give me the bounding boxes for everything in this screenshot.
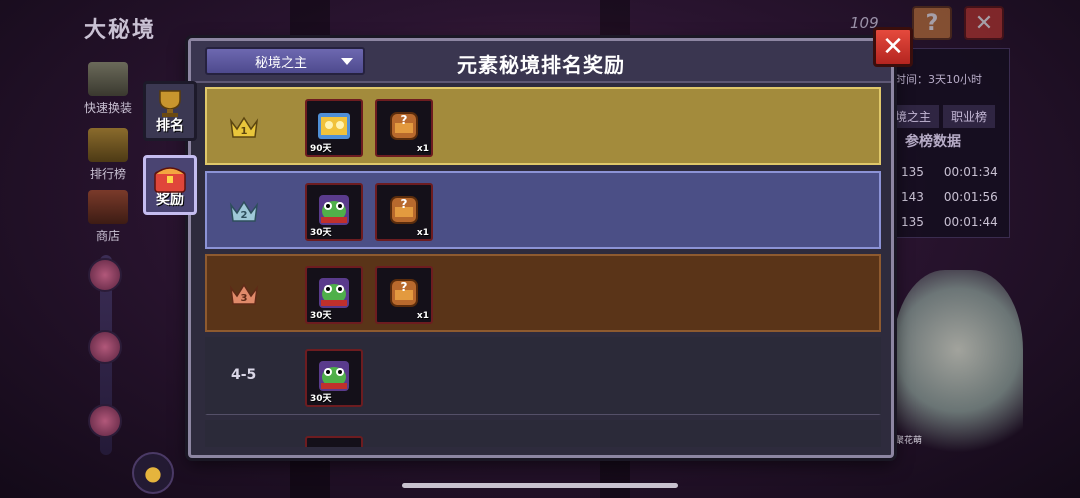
background-tab-row: 境之主 职业榜 <box>887 105 996 128</box>
reward-quantity: 90天 <box>310 144 332 154</box>
row-time: 00:01:34 <box>943 165 998 179</box>
dungeon-node[interactable] <box>88 330 122 364</box>
map-pin-button[interactable]: ● <box>132 452 174 494</box>
row-level: 143 <box>901 190 924 204</box>
question-mark-icon: ? <box>925 10 939 36</box>
ranking-row: 135 00:01:44 <box>901 215 998 229</box>
reward-quantity: x1 <box>416 228 429 238</box>
reward-item[interactable]: ? x1 <box>375 99 433 157</box>
shop-icon <box>88 190 128 224</box>
rank-row-4-5: 4-5 30天 <box>205 337 881 415</box>
reward-item[interactable]: 90天 <box>305 99 363 157</box>
mystery-chest-icon: ? <box>390 112 418 140</box>
chevron-down-icon <box>341 58 353 65</box>
row-time: 00:01:44 <box>943 215 998 229</box>
mystery-chest-icon: ? <box>390 196 418 224</box>
crown-gold-icon: 1 <box>229 116 259 138</box>
season-time-text: 时间：3天10小时 <box>895 73 982 86</box>
rank-range-label: 4-5 <box>231 367 257 383</box>
tab-ranking[interactable]: 排名 <box>143 81 197 141</box>
crown-silver-icon: 2 <box>229 200 259 222</box>
frog-costume-icon <box>319 361 349 391</box>
leaderboard-button[interactable]: 排行榜 <box>78 128 138 182</box>
dungeon-node[interactable] <box>88 404 122 438</box>
tab-realm-master[interactable]: 境之主 <box>887 105 940 128</box>
reward-item[interactable]: ? x1 <box>375 266 433 324</box>
frog-costume-icon <box>319 195 349 225</box>
gold-pet-icon <box>318 113 350 139</box>
location-pin-icon: ● <box>144 461 162 485</box>
screen-title: 大秘境 <box>84 18 157 43</box>
row-time: 00:01:56 <box>943 190 998 204</box>
dungeon-node[interactable] <box>88 258 122 292</box>
help-button[interactable]: ? <box>912 6 952 40</box>
reward-item[interactable] <box>305 436 363 447</box>
trophy-icon <box>88 128 128 162</box>
quick-swap-button[interactable]: 快速换装 <box>78 62 138 116</box>
shop-button[interactable]: 商店 <box>78 190 138 244</box>
rank-row-next <box>205 420 881 447</box>
rank-row-2: 2 30天 ? x1 <box>205 171 881 249</box>
tab-ranking-label: 排名 <box>156 118 184 134</box>
tab-reward[interactable]: 奖励 <box>143 155 197 215</box>
svg-text:?: ? <box>401 280 408 294</box>
close-icon: ✕ <box>974 10 994 36</box>
frog-costume-icon <box>319 278 349 308</box>
armor-swap-icon <box>88 62 128 96</box>
reward-item[interactable]: ? x1 <box>375 183 433 241</box>
ranking-reward-dialog: 元素秘境排名奖励 秘境之主 ✕ 1 90天 ? x1 2 30天 ? x1 3 … <box>188 27 913 458</box>
reward-quantity: 30天 <box>310 394 332 404</box>
rank-number: 2 <box>241 210 248 221</box>
ranking-row: 135 00:01:34 <box>901 165 998 179</box>
reward-quantity: 30天 <box>310 228 332 238</box>
svg-text:?: ? <box>401 113 408 127</box>
character-name: 聚花萌 <box>895 436 923 446</box>
row-level: 135 <box>901 215 924 229</box>
close-icon: ✕ <box>882 32 904 62</box>
background-ranking-panel: 时间：3天10小时 境之主 职业榜 参榜数据 135 00:01:34 143 … <box>880 48 1010 238</box>
dialog-close-button[interactable]: ✕ <box>873 27 913 67</box>
ranking-row: 143 00:01:56 <box>901 190 998 204</box>
reward-quantity: x1 <box>416 144 429 154</box>
svg-text:?: ? <box>401 197 408 211</box>
reward-item[interactable]: 30天 <box>305 183 363 241</box>
rank-number: 1 <box>241 126 248 137</box>
mystery-chest-icon: ? <box>390 279 418 307</box>
rank-number: 3 <box>241 293 248 304</box>
reward-item[interactable]: 30天 <box>305 349 363 407</box>
treasure-chest-icon <box>154 167 186 193</box>
leaderboard-label: 排行榜 <box>89 167 126 181</box>
ranking-data-header: 参榜数据 <box>905 134 961 150</box>
trophy-icon <box>159 90 181 117</box>
rank-row-1: 1 90天 ? x1 <box>205 87 881 165</box>
row-level: 135 <box>901 165 924 179</box>
reward-list[interactable]: 1 90天 ? x1 2 30天 ? x1 3 30天 ? x1 4-5 30天 <box>205 87 881 447</box>
reward-quantity: x1 <box>416 311 429 321</box>
rank-row-3: 3 30天 ? x1 <box>205 254 881 332</box>
shop-label: 商店 <box>95 229 120 243</box>
screen-close-button[interactable]: ✕ <box>964 6 1004 40</box>
quick-swap-label: 快速换装 <box>83 101 132 115</box>
dropdown-selected-value: 秘境之主 <box>255 55 308 71</box>
dialog-header: 元素秘境排名奖励 秘境之主 <box>191 41 891 83</box>
home-indicator[interactable] <box>402 483 678 488</box>
reward-item[interactable]: 30天 <box>305 266 363 324</box>
ranking-category-dropdown[interactable]: 秘境之主 <box>205 47 365 75</box>
reward-quantity: 30天 <box>310 311 332 321</box>
crown-bronze-icon: 3 <box>229 283 259 305</box>
tab-class-rank[interactable]: 职业榜 <box>943 105 996 128</box>
